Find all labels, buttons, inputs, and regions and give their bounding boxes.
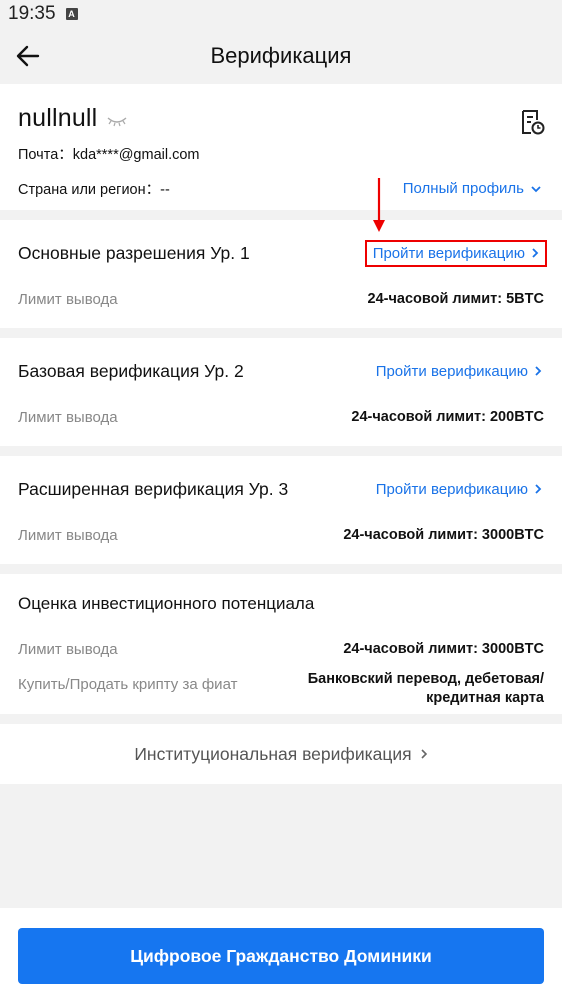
bottom-bar: Цифровое Гражданство Доминики bbox=[0, 908, 562, 1000]
fiat-methods: Банковский перевод, дебетовая/ кредитная… bbox=[308, 670, 544, 708]
limit-value: 24-часовой лимит: 3000BTC bbox=[343, 527, 544, 543]
investment-title: Оценка инвестиционного потенциала bbox=[18, 594, 315, 613]
chevron-right-icon bbox=[532, 248, 539, 258]
country-value: -- bbox=[160, 182, 170, 198]
country-row: Страна или регион：-- Полный профиль bbox=[18, 178, 544, 199]
digital-citizenship-button[interactable]: Цифровое Гражданство Доминики bbox=[18, 928, 544, 984]
fiat-label: Купить/Продать крипту за фиат bbox=[18, 676, 238, 693]
level-title: Расширенная верификация Ур. 3 bbox=[18, 478, 289, 499]
level-title: Базовая верификация Ур. 2 bbox=[18, 360, 244, 381]
email-value: kda****@gmail.com bbox=[72, 147, 200, 163]
verify-button-level-2[interactable]: Пройти верификацию bbox=[376, 363, 542, 380]
level-title: Основные разрешения Ур. 1 bbox=[18, 242, 250, 263]
verify-label: Пройти верификацию bbox=[375, 362, 528, 380]
back-arrow-icon[interactable] bbox=[14, 42, 42, 70]
verify-label: Пройти верификацию bbox=[372, 244, 525, 262]
full-profile-label: Полный профиль bbox=[402, 180, 524, 197]
country-label: Страна или регион： bbox=[18, 182, 161, 198]
limit-label: Лимит вывода bbox=[18, 526, 118, 544]
level-2-card: Базовая верификация Ур. 2 Пройти верифик… bbox=[0, 338, 562, 446]
chevron-right-icon bbox=[421, 749, 427, 759]
header: Верификация bbox=[0, 28, 562, 84]
level-3-card: Расширенная верификация Ур. 3 Пройти вер… bbox=[0, 456, 562, 564]
status-bar: 19:35 A bbox=[0, 0, 562, 28]
limit-label: Лимит вывода bbox=[18, 408, 118, 426]
annotation-arrow bbox=[373, 178, 385, 232]
page-title: Верификация bbox=[210, 43, 352, 68]
email-row: Почта：kda****@gmail.com bbox=[18, 143, 544, 164]
status-time: 19:35 bbox=[8, 3, 56, 24]
full-profile-link[interactable]: Полный профиль bbox=[403, 180, 542, 197]
email-label: Почта： bbox=[18, 147, 73, 163]
eye-closed-icon[interactable] bbox=[107, 115, 127, 127]
profile-card: nullnull Почта：kda****@gmail.com Страна … bbox=[0, 84, 562, 210]
limit-value: 24-часовой лимит: 3000BTC bbox=[343, 641, 544, 657]
username: nullnull bbox=[18, 104, 98, 132]
notification-a-icon: A bbox=[65, 8, 78, 20]
verify-label: Пройти верификацию bbox=[375, 480, 528, 498]
chevron-right-icon bbox=[535, 366, 542, 376]
limit-label: Лимит вывода bbox=[18, 640, 118, 658]
institutional-verification-link[interactable]: Институциональная верификация bbox=[0, 724, 562, 784]
limit-label: Лимит вывода bbox=[18, 290, 118, 308]
fiat-methods-line-1: Банковский перевод, дебетовая/ bbox=[307, 671, 544, 687]
level-1-card: Основные разрешения Ур. 1 Пройти верифик… bbox=[0, 220, 562, 328]
chevron-right-icon bbox=[535, 484, 542, 494]
chevron-down-icon bbox=[531, 185, 541, 192]
institutional-label: Институциональная верификация bbox=[134, 743, 412, 764]
limit-value: 24-часовой лимит: 200BTC bbox=[351, 409, 544, 425]
verify-button-level-1[interactable]: Пройти верификацию bbox=[364, 239, 547, 267]
document-clock-icon[interactable] bbox=[518, 108, 546, 136]
fiat-methods-line-2: кредитная карта bbox=[426, 690, 544, 706]
limit-value: 24-часовой лимит: 5BTC bbox=[367, 291, 544, 307]
investment-card: Оценка инвестиционного потенциала Лимит … bbox=[0, 574, 562, 714]
verify-button-level-3[interactable]: Пройти верификацию bbox=[376, 481, 542, 498]
